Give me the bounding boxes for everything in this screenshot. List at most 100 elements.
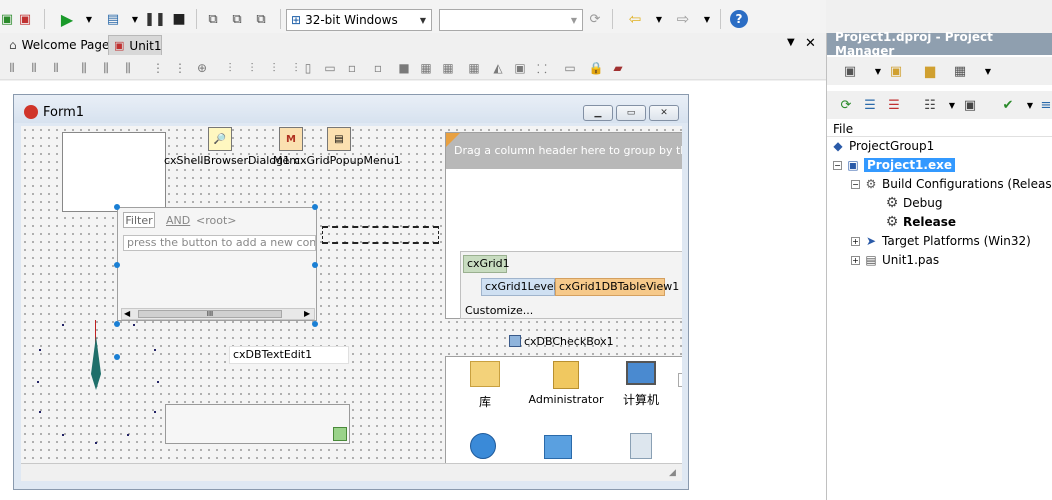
send-back-icon[interactable]: ▦ [418, 60, 434, 76]
tree-debug-config[interactable]: ⚙ Debug [885, 195, 943, 211]
selection-handle[interactable] [312, 321, 318, 327]
db-checkbox-label[interactable]: cxDBCheckBox1 [524, 335, 614, 348]
db-text-edit[interactable]: cxDBTextEdit1 [229, 346, 349, 364]
selection-handle[interactable] [114, 262, 120, 268]
form-window[interactable]: Form1 ▁ ▭ ✕ 🔎 cxShellBrowserDialog1 M Me… [13, 94, 689, 490]
filter-hint-box[interactable]: press the button to add a new condition [123, 235, 316, 251]
tab-unit1[interactable]: ▣ Unit1 [108, 35, 162, 55]
pause-icon[interactable]: ❚❚ [144, 10, 166, 28]
expand-icon[interactable]: ☰ [861, 96, 879, 114]
padlock-icon[interactable]: 🔒 [588, 60, 604, 76]
grid-level-node[interactable]: cxGrid1Level1 [481, 278, 564, 296]
maximize-button[interactable]: ▭ [616, 105, 646, 121]
selection-handle[interactable] [312, 204, 318, 210]
tree-project-group[interactable]: ◆ ProjectGroup1 [831, 139, 934, 153]
size-shrink-icon[interactable]: ▫ [370, 60, 386, 76]
run-to-cursor-icon[interactable]: ⧉ [252, 10, 270, 28]
add-file-icon[interactable]: ▣ [887, 62, 905, 80]
tab-welcome-page[interactable]: ⌂ Welcome Page [4, 35, 114, 55]
creation-order-icon[interactable]: ▣ [512, 60, 528, 76]
tab-list-icon[interactable]: ▼ [787, 37, 795, 48]
platform-combo[interactable]: ⊞ 32-bit Windows ▼ [286, 9, 432, 31]
space-horz-icon[interactable]: ⋮ [150, 60, 166, 76]
tree-release-config[interactable]: ⚙ Release [885, 214, 956, 230]
tree-unit-file[interactable]: + ▤ Unit1.pas [851, 253, 939, 267]
list-icon[interactable]: ☷ [921, 96, 939, 114]
open-folder-icon[interactable]: ▆ [921, 62, 939, 80]
step-over-icon[interactable]: ⧉ [228, 10, 246, 28]
tree-build-configurations[interactable]: − ⚙ Build Configurations (Release) [851, 177, 1052, 191]
db-checkbox-icon[interactable] [509, 335, 521, 347]
control-panel-icon[interactable] [544, 435, 572, 459]
bring-front-icon[interactable]: ■ [396, 60, 412, 76]
snap-grid-icon[interactable]: ▦ [466, 60, 482, 76]
grid-view-node[interactable]: cxGrid1DBTableView1 [555, 278, 679, 296]
close-button[interactable]: ✕ [649, 105, 679, 121]
tab-order-icon[interactable]: ◭ [490, 60, 506, 76]
filter-button[interactable]: Filter [123, 212, 155, 228]
align-grid-icon[interactable]: ▦ [440, 60, 456, 76]
recycle-bin-icon[interactable] [630, 433, 652, 459]
back-dropdown-icon[interactable]: ▼ [650, 10, 668, 28]
dashed-placeholder[interactable] [322, 226, 439, 244]
shell-list-item[interactable]: 库 [460, 361, 510, 409]
lock-controls-icon[interactable]: ▭ [562, 60, 578, 76]
center-window-icon[interactable]: ⊕ [194, 60, 210, 76]
run-without-debug-icon[interactable]: ▤ [104, 10, 122, 28]
chevron-down-icon[interactable]: ▼ [566, 10, 582, 30]
shell-list-item[interactable]: Administrator [528, 361, 604, 409]
filter-and-link[interactable]: AND [166, 214, 190, 227]
new-project-icon[interactable]: ▣ [841, 62, 859, 80]
spacing-equal-icon[interactable]: ⫶ [222, 60, 238, 76]
expand-node-icon[interactable]: + [851, 255, 860, 265]
group-by-box[interactable]: Drag a column header here to group by th… [446, 133, 682, 169]
collapse-node-icon[interactable]: − [851, 179, 860, 189]
internet-icon[interactable] [470, 433, 496, 459]
back-arrow-icon[interactable]: ⇦ [626, 10, 644, 28]
shell-browser-dialog-icon[interactable]: 🔎 [208, 127, 232, 151]
align-center-icon[interactable]: ⫴ [48, 60, 64, 76]
stop-icon[interactable]: ■ [170, 10, 188, 28]
scroll-right-arrow-icon[interactable]: ▶ [304, 309, 310, 318]
filter-control[interactable]: Filter AND <root> press the button to ad… [117, 207, 317, 321]
spacing-increase-icon[interactable]: ⫶ [244, 60, 260, 76]
memo-component-icon[interactable]: M [279, 127, 303, 151]
shell-list-item[interactable]: 计算机 [616, 361, 666, 409]
refresh-icon[interactable]: ⟳ [586, 10, 604, 28]
customize-link[interactable]: Customize... [465, 304, 533, 317]
help-icon[interactable]: ? [730, 10, 748, 28]
new-dropdown-icon[interactable]: ▼ [869, 62, 887, 80]
align-top-icon[interactable]: ⫼ [76, 60, 92, 76]
selection-handle[interactable] [114, 204, 120, 210]
size-height-icon[interactable]: ▭ [322, 60, 338, 76]
size-grip-icon[interactable]: ◢ [669, 468, 676, 478]
size-width-icon[interactable]: ▯ [300, 60, 316, 76]
spacing-decrease-icon[interactable]: ⫶ [266, 60, 282, 76]
selection-handle[interactable] [312, 262, 318, 268]
chevron-down-icon[interactable]: ▼ [415, 10, 431, 30]
view-dropdown-icon[interactable]: ▼ [979, 62, 997, 80]
configuration-combo[interactable]: ▼ [439, 9, 583, 31]
view-icon[interactable]: ▦ [951, 62, 969, 80]
forward-arrow-icon[interactable]: ⇨ [674, 10, 692, 28]
collapse-icon[interactable]: ☰ [885, 96, 903, 114]
collapse-node-icon[interactable]: − [833, 160, 842, 170]
grid-popup-menu-icon[interactable]: ▤ [327, 127, 351, 151]
file-column-header[interactable]: File [827, 121, 1052, 137]
book-icon[interactable]: ▰ [610, 60, 626, 76]
deploy-icon[interactable]: ≡ [1037, 96, 1052, 114]
remove-file-icon[interactable]: ▣ [16, 10, 34, 28]
options-icon[interactable]: ▣ [961, 96, 979, 114]
align-bottom-icon[interactable]: ⫼ [120, 60, 136, 76]
trace-into-icon[interactable]: ⧉ [204, 10, 222, 28]
size-grow-icon[interactable]: ▫ [344, 60, 360, 76]
grid-root-node[interactable]: cxGrid1 [463, 255, 510, 273]
expand-node-icon[interactable]: + [851, 236, 860, 246]
cx-grid[interactable]: Drag a column header here to group by th… [445, 132, 682, 319]
run-without-debug-dropdown-icon[interactable]: ▼ [126, 10, 144, 28]
selection-handle[interactable] [114, 354, 120, 360]
close-icon[interactable]: ✕ [805, 36, 816, 51]
run-icon[interactable]: ▶ [58, 10, 76, 29]
analog-clock[interactable] [29, 316, 167, 446]
flip-children-icon[interactable]: ⸬ [534, 60, 550, 76]
